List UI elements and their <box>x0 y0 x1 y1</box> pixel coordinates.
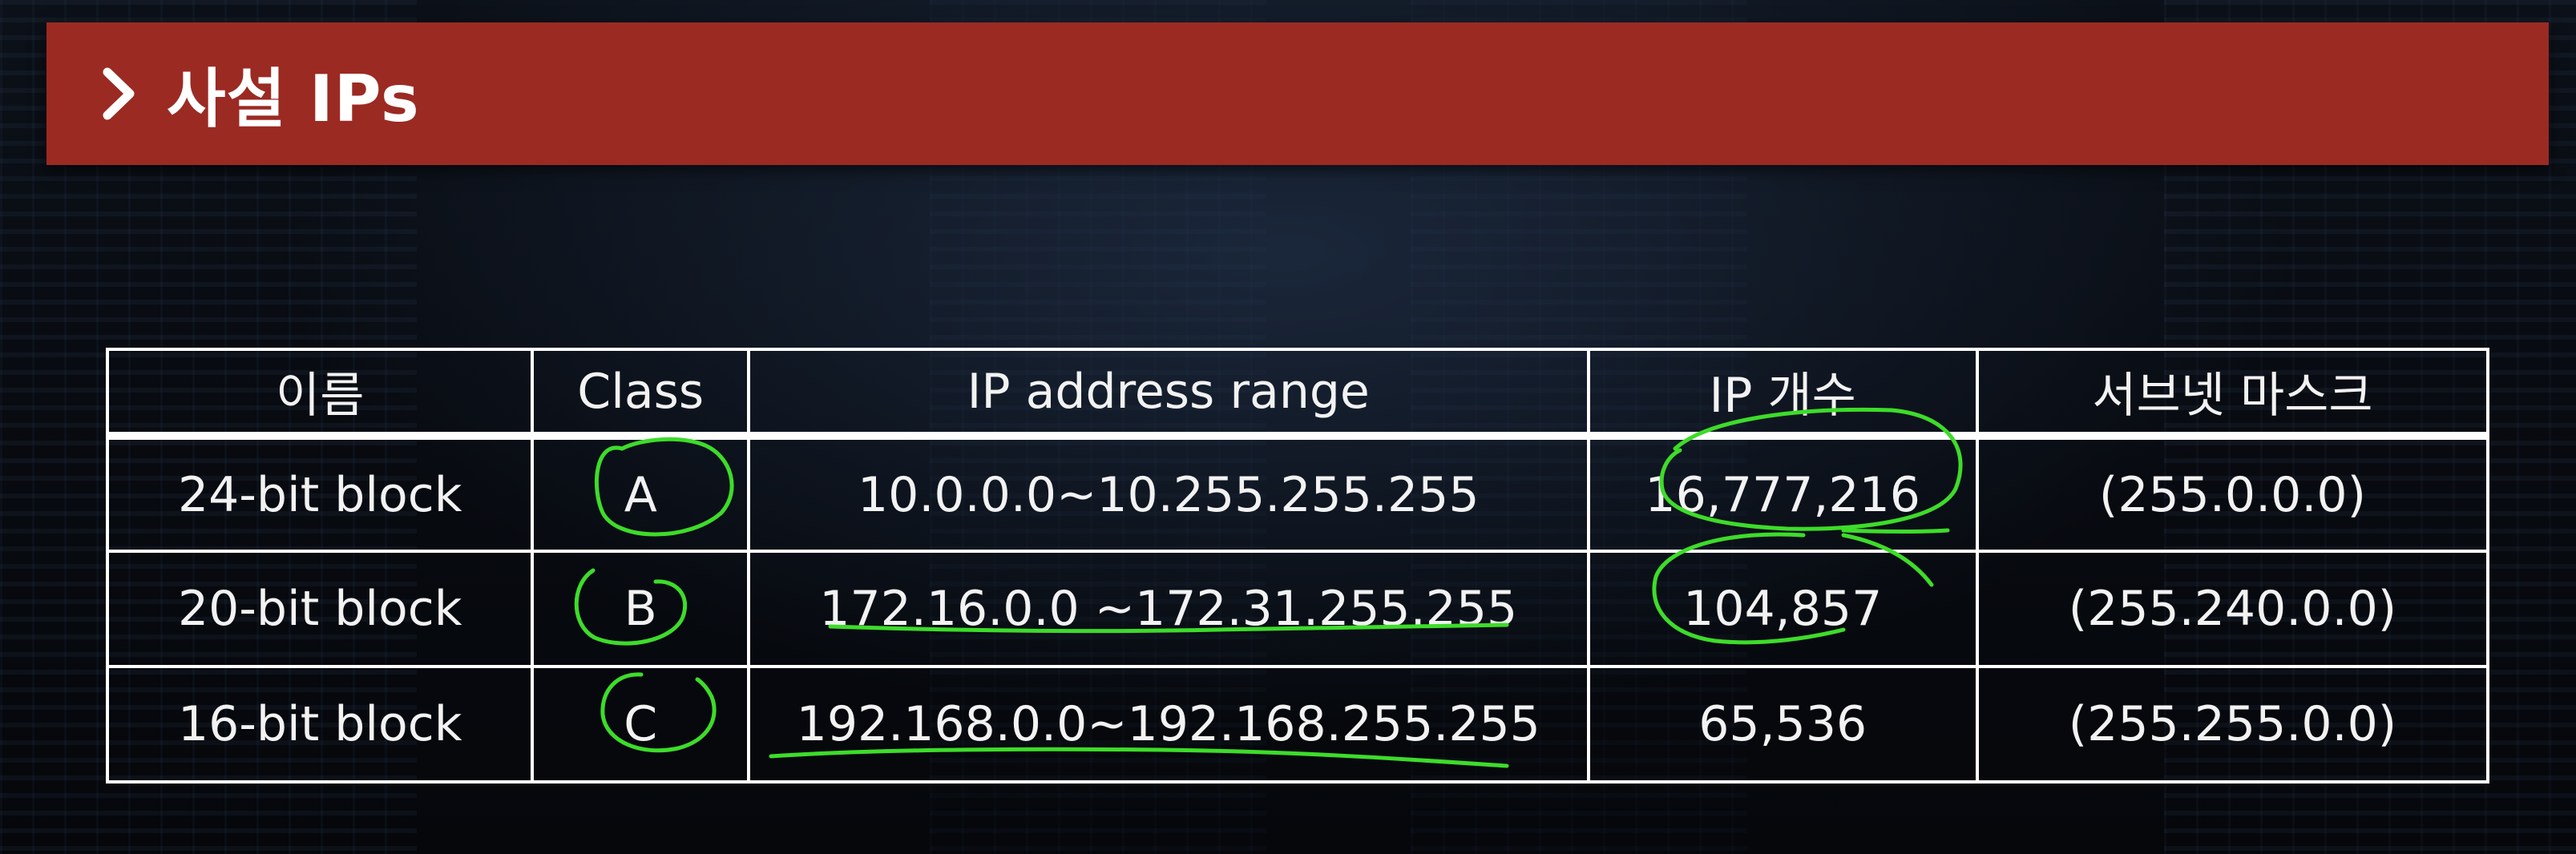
cell-ip-range: 192.168.0.0~192.168.255.255 <box>747 665 1590 784</box>
cell-class: B <box>531 550 750 668</box>
header-name: 이름 <box>105 348 535 440</box>
chevron-right-icon <box>95 62 143 126</box>
table-row: 16-bit block C 192.168.0.0~192.168.255.2… <box>105 665 2490 784</box>
cell-class: C <box>531 665 750 784</box>
cell-subnet-mask: (255.255.0.0) <box>1975 665 2490 784</box>
cell-subnet-mask: (255.240.0.0) <box>1975 550 2490 668</box>
private-ip-table: 이름 Class IP address range IP 개수 서브넷 마스크 … <box>105 348 2490 784</box>
cell-name: 20-bit block <box>105 550 535 668</box>
header-ip-count: IP 개수 <box>1586 348 1979 440</box>
cell-name: 24-bit block <box>105 434 535 553</box>
cell-ip-range: 172.16.0.0 ~172.31.255.255 <box>747 550 1590 668</box>
cell-name: 16-bit block <box>105 665 535 784</box>
header-class: Class <box>531 348 750 440</box>
table-header-row: 이름 Class IP address range IP 개수 서브넷 마스크 <box>105 348 2490 440</box>
cell-ip-count: 65,536 <box>1586 665 1979 784</box>
title-bar: 사설 IPs <box>46 22 2549 165</box>
cell-ip-range: 10.0.0.0~10.255.255.255 <box>747 434 1590 553</box>
header-subnet-mask: 서브넷 마스크 <box>1975 348 2490 440</box>
cell-subnet-mask: (255.0.0.0) <box>1975 434 2490 553</box>
page-title: 사설 IPs <box>167 62 420 136</box>
table-row: 24-bit block A 10.0.0.0~10.255.255.255 1… <box>105 434 2490 553</box>
cell-ip-count: 16,777,216 <box>1586 434 1979 553</box>
table-row: 20-bit block B 172.16.0.0 ~172.31.255.25… <box>105 550 2490 668</box>
cell-ip-count: 104,857 <box>1586 550 1979 668</box>
cell-class: A <box>531 434 750 553</box>
header-ip-range: IP address range <box>747 348 1590 440</box>
private-ip-table-container: 이름 Class IP address range IP 개수 서브넷 마스크 … <box>105 348 2490 784</box>
